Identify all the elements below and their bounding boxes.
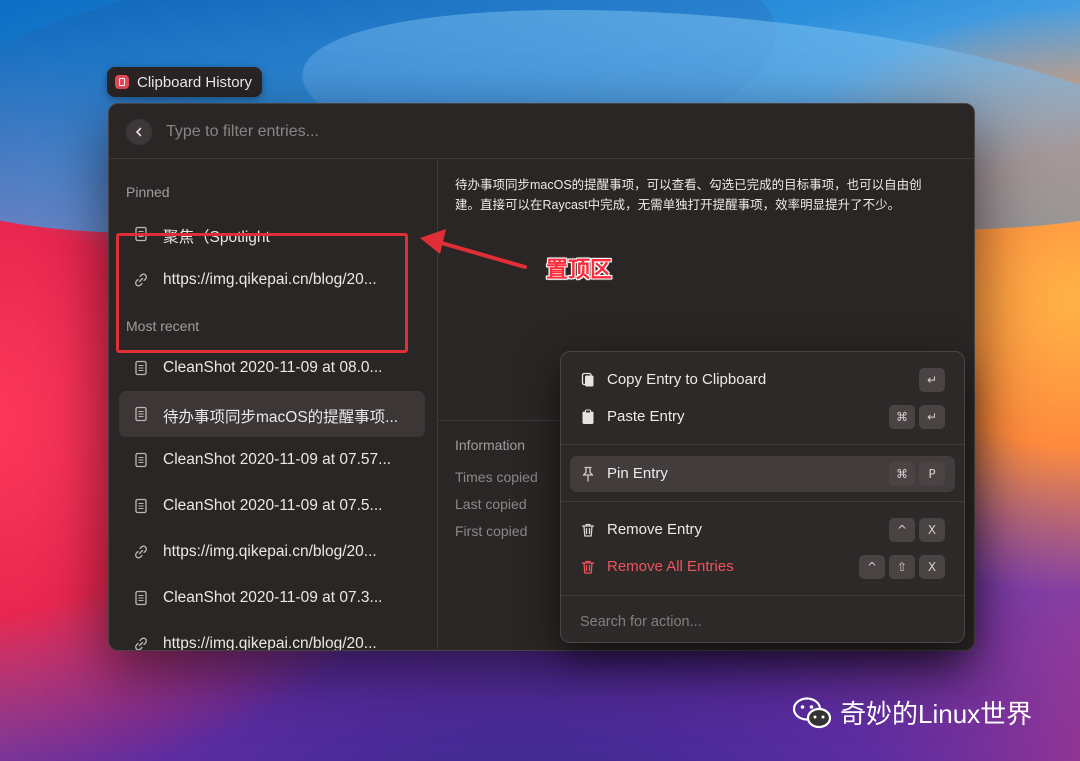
pinned-area-annotation: 置顶区 (546, 257, 613, 282)
watermark: 奇妙的Linux世界 (792, 694, 1032, 731)
wechat-icon (792, 696, 832, 728)
annotation-arrow (420, 229, 527, 269)
watermark-text: 奇妙的Linux世界 (840, 699, 1033, 729)
